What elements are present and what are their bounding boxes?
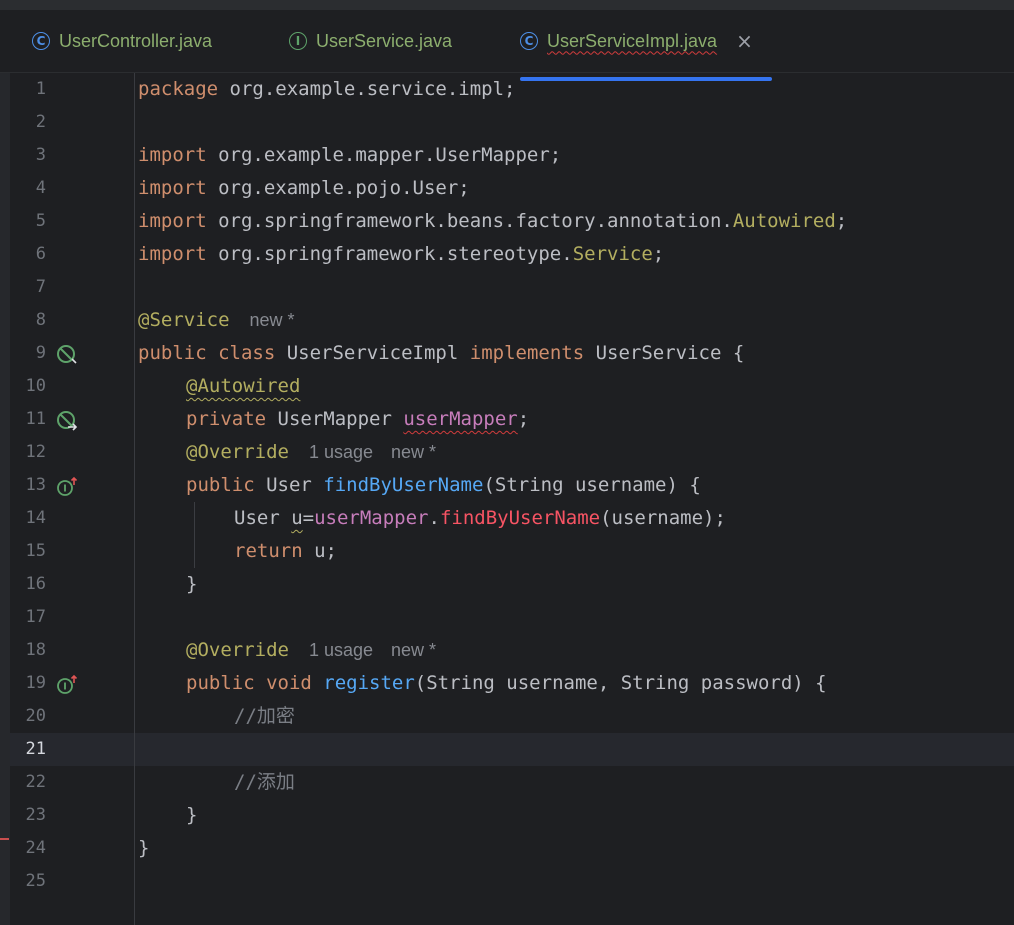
code-line: 10 @Autowired xyxy=(10,370,1014,403)
line-number: 19 xyxy=(25,673,46,693)
tab-label: UserService.java xyxy=(316,30,453,51)
tab-label: UserServiceImpl.java xyxy=(547,30,718,51)
line-number: 3 xyxy=(35,145,46,165)
code-line: 24 } xyxy=(10,832,1014,865)
gutter-divider xyxy=(134,73,135,925)
line-code: @Override 1 usage new * xyxy=(186,441,437,463)
line-number: 2 xyxy=(35,112,46,132)
code-line: 5 import org.springframework.beans.facto… xyxy=(10,205,1014,238)
line-number: 13 xyxy=(25,475,46,495)
editor-tab-bar: C UserController.java I UserService.java… xyxy=(0,10,1014,81)
line-number: 10 xyxy=(25,376,46,396)
line-code: import org.springframework.beans.factory… xyxy=(138,210,848,232)
line-number: 11 xyxy=(25,409,46,429)
tab-user-service-impl[interactable]: C UserServiceImpl.java × xyxy=(520,10,753,72)
line-number: 12 xyxy=(25,442,46,462)
code-line: 14 User u=userMapper.findByUserName(user… xyxy=(10,502,1014,535)
line-number: 17 xyxy=(25,607,46,627)
code-line: 23 } xyxy=(10,799,1014,832)
code-line: 16 } xyxy=(10,568,1014,601)
code-line: 13 public User findByUserName(String use… xyxy=(10,469,1014,502)
code-line: 1 package org.example.service.impl; xyxy=(10,73,1014,106)
line-code: public void register(String username, St… xyxy=(186,672,827,694)
line-number: 9 xyxy=(35,343,46,363)
code-line: 19 public void register(String username,… xyxy=(10,667,1014,700)
line-code: User u=userMapper.findByUserName(usernam… xyxy=(234,507,726,529)
class-icon: C xyxy=(520,32,538,50)
usage-hint[interactable]: 1 usage xyxy=(309,442,373,462)
line-number: 20 xyxy=(25,706,46,726)
line-code: public User findByUserName(String userna… xyxy=(186,474,701,496)
bean-icon[interactable] xyxy=(56,344,78,366)
autowired-bean-icon[interactable] xyxy=(56,410,78,432)
line-number: 4 xyxy=(35,178,46,198)
close-icon[interactable]: × xyxy=(736,29,753,53)
code-line: 9 public class UserServiceImpl implement… xyxy=(10,337,1014,370)
implements-method-icon[interactable] xyxy=(56,476,78,498)
code-line: 6 import org.springframework.stereotype.… xyxy=(10,238,1014,271)
line-code: return u; xyxy=(234,540,337,562)
author-hint[interactable]: new * xyxy=(391,442,436,462)
code-line: 11 private UserMapper userMapper; xyxy=(10,403,1014,436)
line-code: } xyxy=(186,804,198,826)
line-code: @Autowired xyxy=(186,375,301,397)
line-number: 22 xyxy=(25,772,46,792)
line-code: private UserMapper userMapper; xyxy=(186,408,530,430)
line-number: 16 xyxy=(25,574,46,594)
line-number: 23 xyxy=(25,805,46,825)
line-number: 21 xyxy=(25,739,46,759)
line-number: 24 xyxy=(25,838,46,858)
line-code: import org.springframework.stereotype.Se… xyxy=(138,243,665,265)
line-number: 14 xyxy=(25,508,46,528)
line-number: 6 xyxy=(35,244,46,264)
tab-user-service[interactable]: I UserService.java xyxy=(289,10,452,72)
line-number: 8 xyxy=(35,310,46,330)
code-line: 7 xyxy=(10,271,1014,304)
code-line: 25 xyxy=(10,865,1014,898)
title-strip xyxy=(0,0,1014,10)
code-line: 2 xyxy=(10,106,1014,139)
tab-user-controller[interactable]: C UserController.java xyxy=(32,10,212,72)
line-number: 18 xyxy=(25,640,46,660)
usage-hint[interactable]: 1 usage xyxy=(309,640,373,660)
line-code: //添加 xyxy=(234,771,295,793)
line-number: 5 xyxy=(35,211,46,231)
code-line: 15 return u; xyxy=(10,535,1014,568)
code-line: 4 import org.example.pojo.User; xyxy=(10,172,1014,205)
code-line: 17 xyxy=(10,601,1014,634)
interface-icon: I xyxy=(289,32,307,50)
author-hint[interactable]: new * xyxy=(250,310,295,330)
author-hint[interactable]: new * xyxy=(391,640,436,660)
line-code: package org.example.service.impl; xyxy=(138,78,516,100)
line-code: //加密 xyxy=(234,705,295,727)
line-number: 7 xyxy=(35,277,46,297)
code-editor[interactable]: 1 package org.example.service.impl; 2 3 … xyxy=(10,73,1014,925)
line-code: import org.example.pojo.User; xyxy=(138,177,470,199)
error-marker xyxy=(0,838,9,840)
line-number: 25 xyxy=(25,871,46,891)
left-tool-strip xyxy=(0,73,10,925)
line-code: public class UserServiceImpl implements … xyxy=(138,342,745,364)
ide-window: C UserController.java I UserService.java… xyxy=(0,0,1014,925)
line-code: import org.example.mapper.UserMapper; xyxy=(138,144,562,166)
line-code: } xyxy=(138,837,150,859)
code-line: 12 @Override 1 usage new * xyxy=(10,436,1014,469)
line-code: @Override 1 usage new * xyxy=(186,639,437,661)
code-line: 3 import org.example.mapper.UserMapper; xyxy=(10,139,1014,172)
line-code: @Service new * xyxy=(138,309,295,331)
code-line: 8 @Service new * xyxy=(10,304,1014,337)
class-icon: C xyxy=(32,32,50,50)
line-code: } xyxy=(186,573,198,595)
code-line: 18 @Override 1 usage new * xyxy=(10,634,1014,667)
code-line-current: 21 xyxy=(10,733,1014,766)
line-number: 1 xyxy=(35,79,46,99)
code-line: 22 //添加 xyxy=(10,766,1014,799)
implements-method-icon[interactable] xyxy=(56,674,78,696)
code-line: 20 //加密 xyxy=(10,700,1014,733)
line-number: 15 xyxy=(25,541,46,561)
tab-label: UserController.java xyxy=(59,30,213,51)
